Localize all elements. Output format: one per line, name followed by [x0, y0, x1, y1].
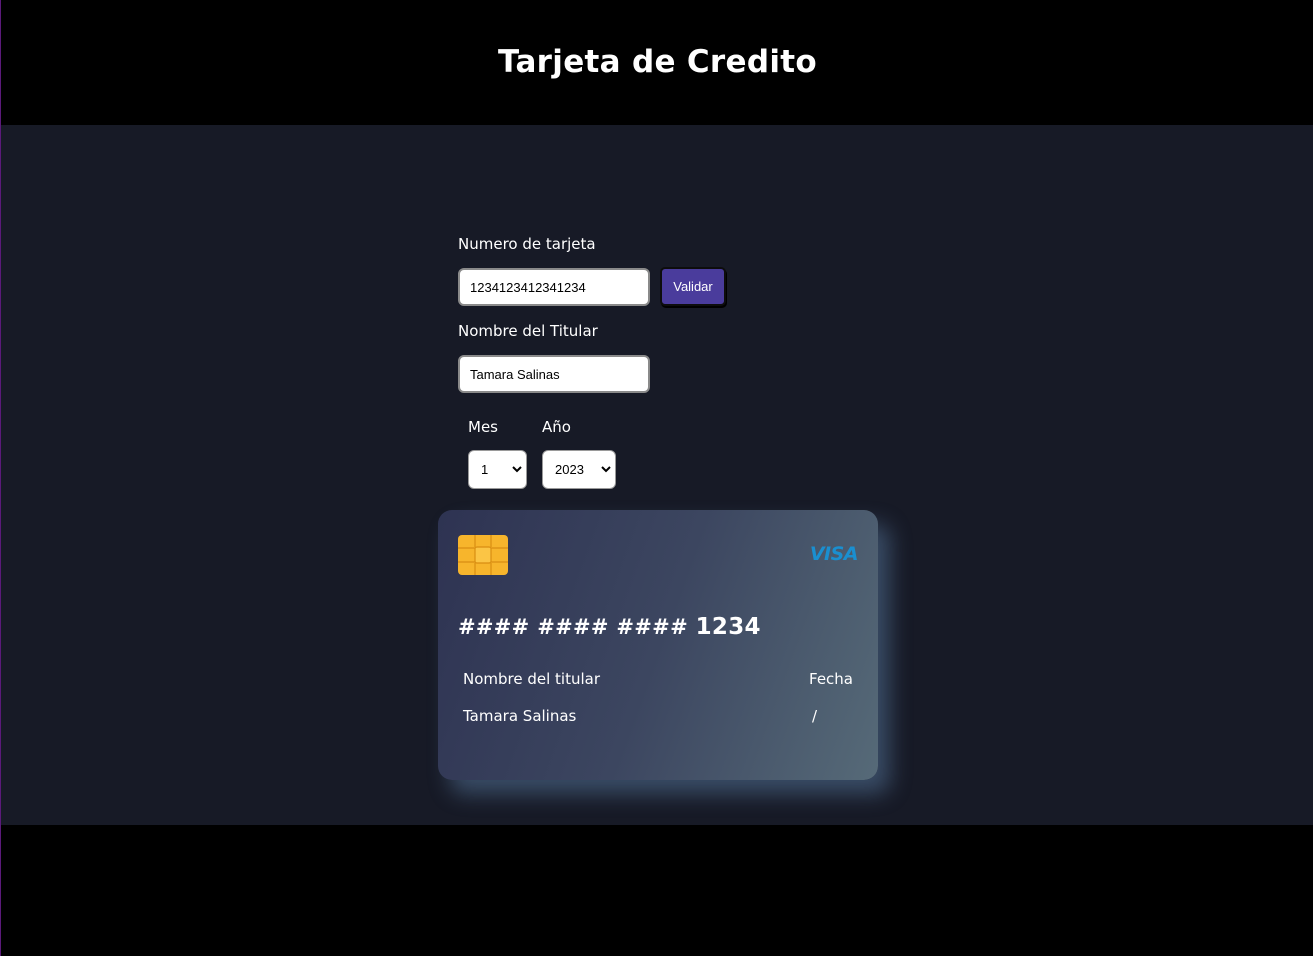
year-label: Año	[542, 418, 571, 436]
card-date-value: /	[812, 707, 818, 725]
year-select-value: 2023	[555, 462, 584, 477]
chevron-down-icon	[601, 466, 611, 473]
card-holder-name: Tamara Salinas	[463, 707, 577, 725]
card-date-heading: Fecha	[809, 670, 853, 688]
page-footer	[1, 825, 1313, 956]
visa-logo-text: VISA	[809, 543, 859, 565]
card-number-label: Numero de tarjeta	[458, 235, 596, 253]
page: Tarjeta de Credito Numero de tarjeta Val…	[0, 0, 1313, 956]
visa-logo: ​VISA	[809, 543, 859, 565]
page-title: Tarjeta de Credito	[498, 44, 817, 80]
month-select[interactable]: 1	[468, 450, 527, 489]
card-number-input[interactable]	[458, 268, 650, 306]
chevron-down-icon	[512, 466, 522, 473]
card-chip-icon	[458, 535, 508, 575]
year-select[interactable]: 2023	[542, 450, 616, 489]
card-number-display: #### #### #### 1234	[458, 614, 761, 640]
validate-button[interactable]: Validar	[660, 267, 726, 306]
card-holder-heading: Nombre del titular	[463, 670, 601, 688]
main-content: Numero de tarjeta Validar Nombre del Tit…	[1, 125, 1313, 825]
holder-name-input[interactable]	[458, 355, 650, 393]
page-header: Tarjeta de Credito	[1, 0, 1313, 125]
card-masked-digits: #### #### ####	[458, 615, 688, 639]
credit-card-preview: ​VISA #### #### #### 1234 Nombre del tit…	[438, 510, 878, 780]
card-last-digits: 1234	[695, 614, 761, 640]
holder-name-label: Nombre del Titular	[458, 322, 598, 340]
month-select-value: 1	[481, 462, 489, 477]
month-label: Mes	[468, 418, 498, 436]
